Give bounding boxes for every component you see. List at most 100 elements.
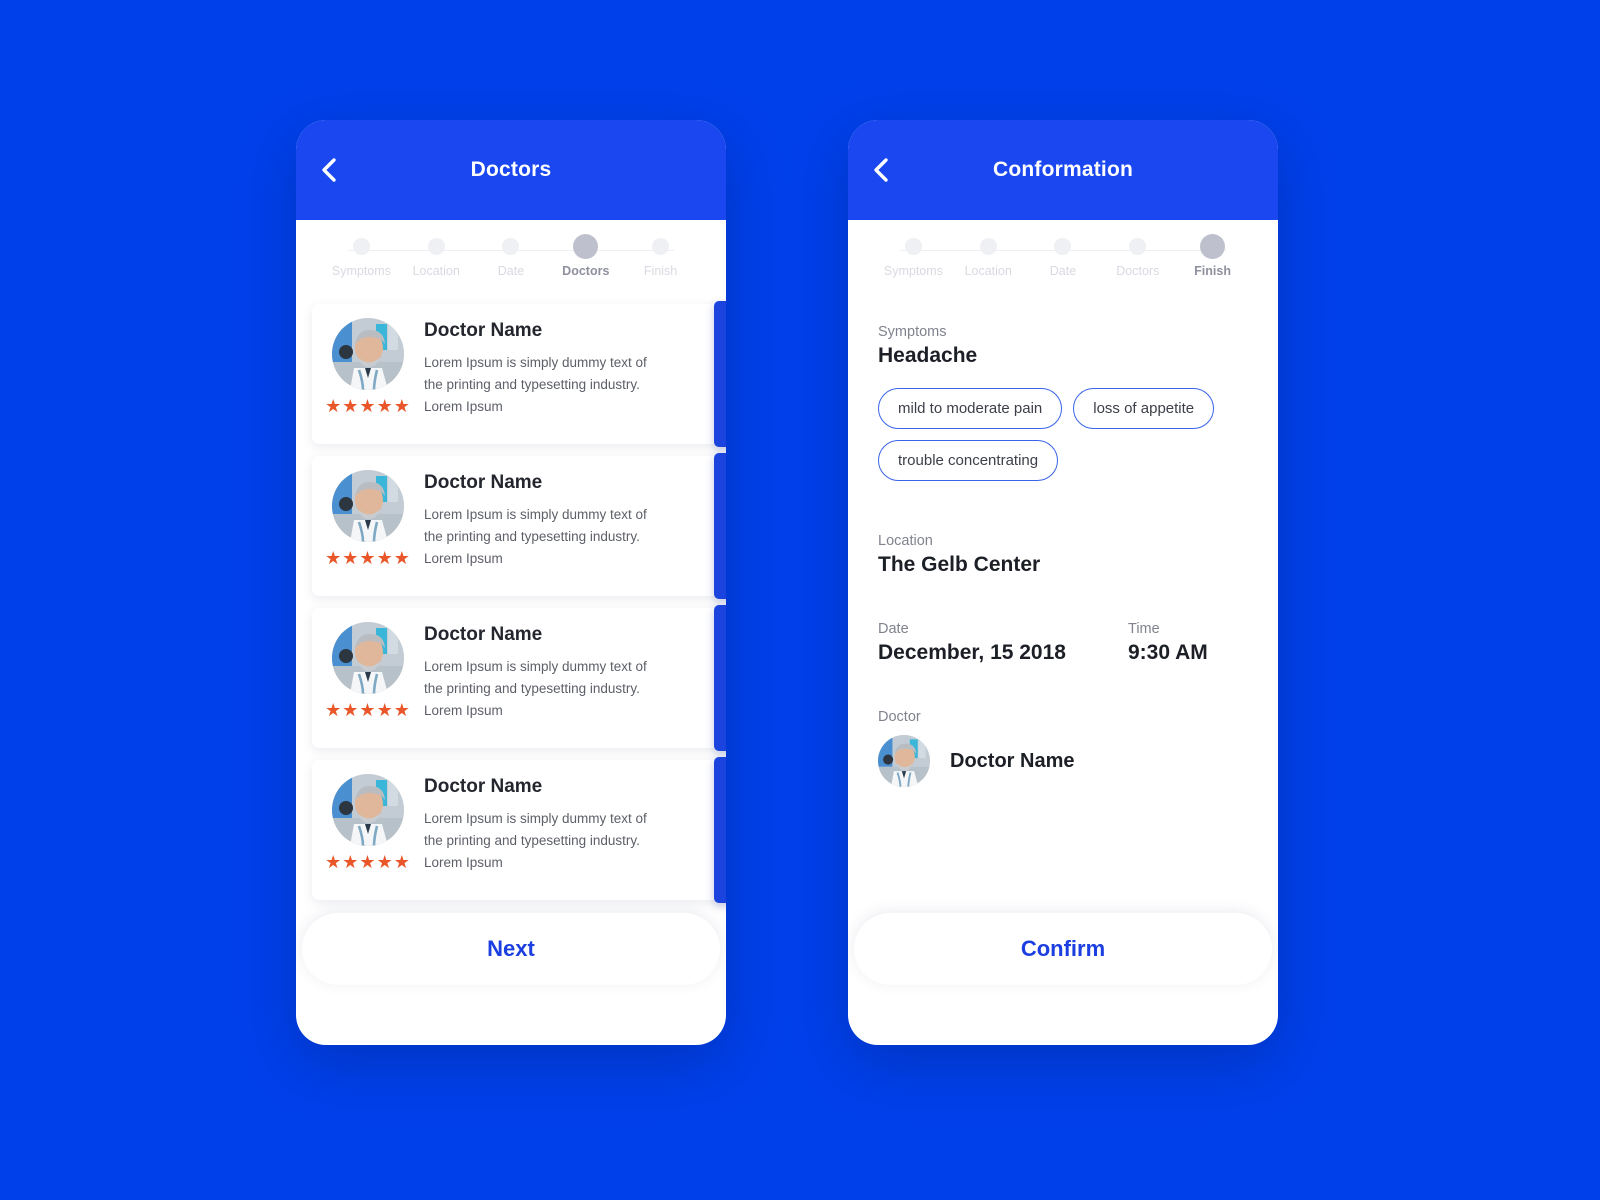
symptoms-value: Headache <box>878 344 978 367</box>
time-label: Time <box>1128 621 1160 637</box>
time-block: Time 9:30 AM <box>1128 621 1208 665</box>
step-dot-active <box>1200 234 1226 259</box>
step-label: Location <box>412 264 460 278</box>
doctor-card[interactable]: ★★★★★ Doctor Name Lorem Ipsum is simply … <box>312 453 726 599</box>
doctor-name: Doctor Name <box>424 776 543 797</box>
back-icon[interactable] <box>866 155 896 185</box>
symptom-tag[interactable]: mild to moderate pain <box>878 388 1063 429</box>
doctor-list: ★★★★★ Doctor Name Lorem Ipsum is simply … <box>296 298 726 903</box>
step-label: Doctors <box>1116 264 1160 278</box>
step-dot-active <box>573 234 599 259</box>
doctor-avatar <box>332 774 404 846</box>
step-dot <box>352 238 370 255</box>
date-value: December, 15 2018 <box>878 641 1066 664</box>
step-dot <box>1054 238 1072 255</box>
symptom-tag-list: mild to moderate pain loss of appetite t… <box>878 388 1248 481</box>
back-icon[interactable] <box>314 155 344 185</box>
doctor-info: Doctor Name Lorem Ipsum is simply dummy … <box>424 622 726 722</box>
stepper-step-location[interactable]: Location <box>951 238 1026 278</box>
confirm-button-label: Confirm <box>1020 936 1106 961</box>
stepper-step-symptoms[interactable]: Symptoms <box>324 238 399 278</box>
doctor-name: Doctor Name <box>950 749 1075 772</box>
doctor-name: Doctor Name <box>424 624 543 645</box>
phone-confirmation-screen: Conformation Symptoms Location Date Doct… <box>848 120 1278 1045</box>
step-label: Finish <box>643 264 678 278</box>
doctor-card[interactable]: ★★★★★ Doctor Name Lorem Ipsum is simply … <box>312 301 726 447</box>
step-label: Finish <box>1194 264 1231 278</box>
doctor-card[interactable]: ★★★★★ Doctor Name Lorem Ipsum is simply … <box>312 757 726 903</box>
step-label: Symptoms <box>331 264 391 278</box>
doctor-description: Lorem Ipsum is simply dummy text of the … <box>424 507 647 566</box>
location-value: The Gelb Center <box>878 553 1041 576</box>
step-label: Date <box>1049 264 1077 278</box>
chevron-right-icon[interactable] <box>714 301 726 447</box>
doctor-media: ★★★★★ <box>312 470 424 567</box>
stepper-step-doctors[interactable]: Doctors <box>548 234 623 278</box>
right-progress-stepper: Symptoms Location Date Doctors Finish <box>848 220 1278 298</box>
stepper-step-finish[interactable]: Finish <box>623 238 698 278</box>
date-block: Date December, 15 2018 <box>878 621 1128 665</box>
step-label: Location <box>964 264 1012 278</box>
doctor-description: Lorem Ipsum is simply dummy text of the … <box>424 811 647 870</box>
confirmation-summary: Symptoms Headache mild to moderate pain … <box>848 298 1278 787</box>
doctor-info: Doctor Name Lorem Ipsum is simply dummy … <box>424 470 726 570</box>
doctor-description: Lorem Ipsum is simply dummy text of the … <box>424 355 647 414</box>
doctor-avatar <box>332 318 404 390</box>
selected-doctor-row: Doctor Name <box>878 735 1248 787</box>
doctor-media: ★★★★★ <box>312 774 424 871</box>
rating-stars: ★★★★★ <box>325 852 411 872</box>
step-dot <box>979 238 997 255</box>
chevron-right-icon[interactable] <box>714 453 726 599</box>
rating-stars: ★★★★★ <box>325 396 411 416</box>
page-title: Conformation <box>992 158 1134 181</box>
doctor-avatar <box>878 735 930 787</box>
symptom-tag[interactable]: loss of appetite <box>1073 388 1215 429</box>
doctor-name: Doctor Name <box>424 472 543 493</box>
step-dot <box>427 238 445 255</box>
left-header: Doctors <box>296 120 726 220</box>
doctor-section: Doctor Doctor Name <box>878 709 1248 787</box>
chevron-right-icon[interactable] <box>714 605 726 751</box>
location-label: Location <box>878 533 933 549</box>
doctor-media: ★★★★★ <box>312 622 424 719</box>
rating-stars: ★★★★★ <box>325 548 411 568</box>
location-section: Location The Gelb Center <box>878 533 1248 577</box>
step-label: Symptoms <box>883 264 943 278</box>
stepper-step-finish[interactable]: Finish <box>1175 234 1250 278</box>
right-header: Conformation <box>848 120 1278 220</box>
stepper-step-location[interactable]: Location <box>399 238 474 278</box>
time-value: 9:30 AM <box>1128 641 1208 664</box>
step-label: Date <box>497 264 525 278</box>
rating-stars: ★★★★★ <box>325 700 411 720</box>
app-mockup-canvas: Doctors Symptoms Location Date Doctors F… <box>0 0 1600 1200</box>
datetime-section: Date December, 15 2018 Time 9:30 AM <box>878 621 1248 665</box>
step-dot <box>502 238 520 255</box>
step-dot <box>652 238 670 255</box>
step-dot <box>904 238 922 255</box>
doctor-avatar <box>332 622 404 694</box>
stepper-step-symptoms[interactable]: Symptoms <box>876 238 951 278</box>
stepper-step-doctors[interactable]: Doctors <box>1100 238 1175 278</box>
doctor-card[interactable]: ★★★★★ Doctor Name Lorem Ipsum is simply … <box>312 605 726 751</box>
next-button-label: Next <box>487 936 535 961</box>
chevron-right-icon[interactable] <box>714 757 726 903</box>
stepper-step-date[interactable]: Date <box>474 238 549 278</box>
doctor-media: ★★★★★ <box>312 318 424 415</box>
phone-doctors-screen: Doctors Symptoms Location Date Doctors F… <box>296 120 726 1045</box>
symptoms-label: Symptoms <box>878 324 947 340</box>
doctor-info: Doctor Name Lorem Ipsum is simply dummy … <box>424 318 726 418</box>
symptom-tag[interactable]: trouble concentrating <box>878 440 1059 481</box>
step-label: Doctors <box>562 264 610 278</box>
stepper-step-date[interactable]: Date <box>1026 238 1101 278</box>
doctor-info: Doctor Name Lorem Ipsum is simply dummy … <box>424 774 726 874</box>
doctor-name: Doctor Name <box>424 320 543 341</box>
doctor-label: Doctor <box>878 709 921 725</box>
step-dot <box>1129 238 1147 255</box>
next-button[interactable]: Next <box>302 913 720 985</box>
page-title: Doctors <box>470 158 552 181</box>
symptoms-section: Symptoms Headache mild to moderate pain … <box>878 324 1248 481</box>
doctor-description: Lorem Ipsum is simply dummy text of the … <box>424 659 647 718</box>
confirm-button[interactable]: Confirm <box>854 913 1272 985</box>
